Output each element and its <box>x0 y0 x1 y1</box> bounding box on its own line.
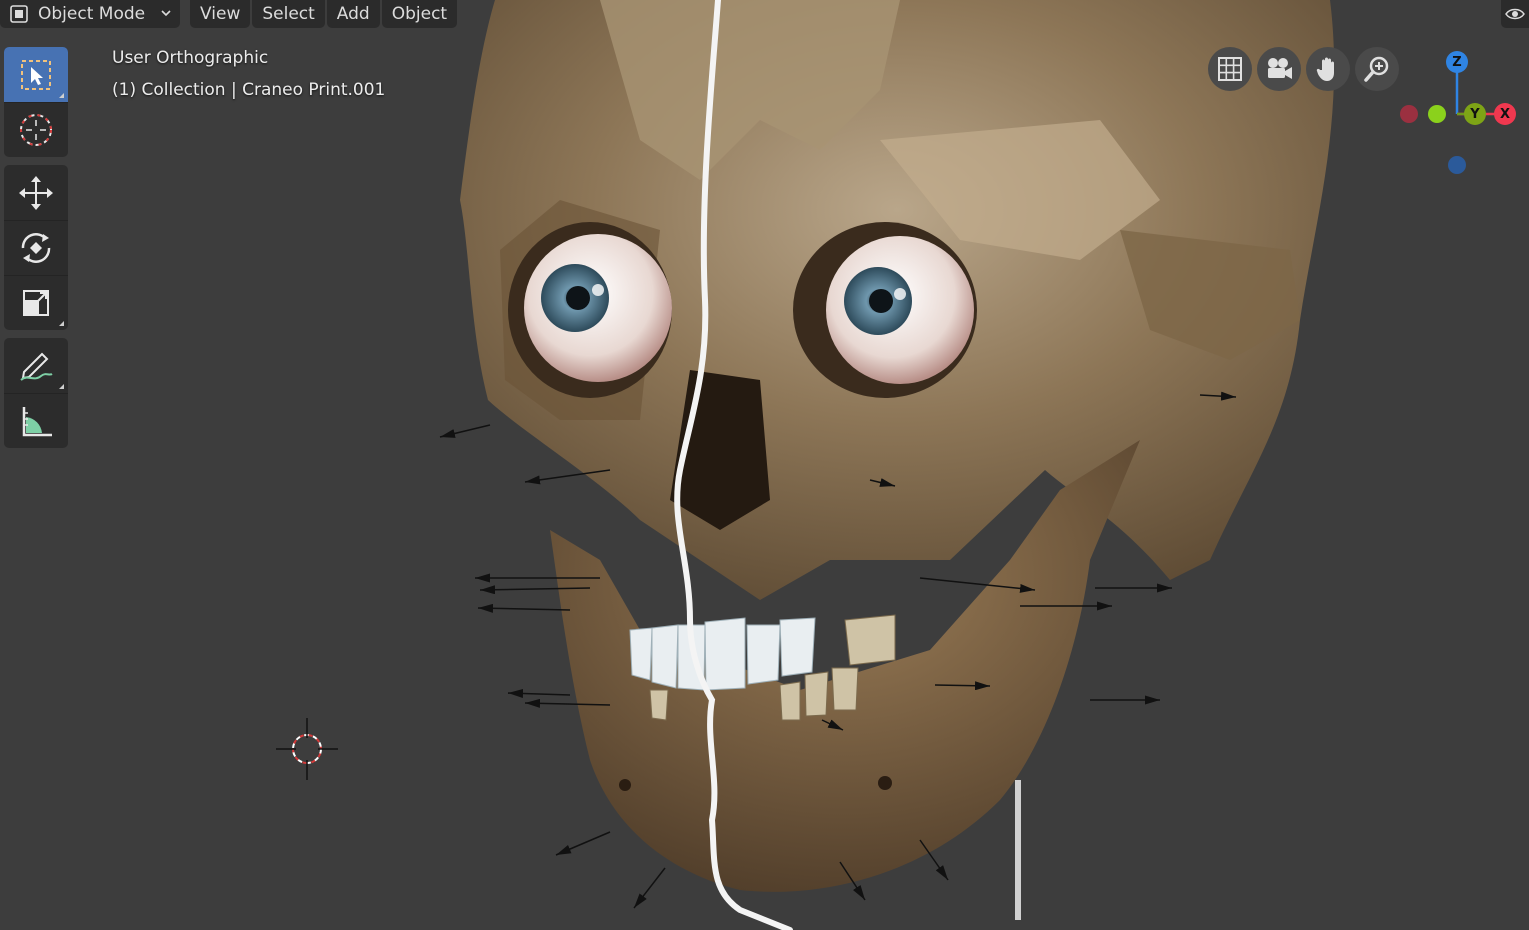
toggle-perspective-button[interactable] <box>1208 47 1252 91</box>
collection-info-label: (1) Collection | Craneo Print.001 <box>112 80 386 100</box>
object-mode-dropdown[interactable]: Object Mode <box>0 0 180 28</box>
tool-options-indicator <box>59 384 64 389</box>
camera-view-button[interactable] <box>1257 47 1301 91</box>
eye-icon <box>1505 8 1525 20</box>
cursor-icon <box>20 114 52 146</box>
y-axis-label: Y <box>1470 106 1480 122</box>
tool-group-select <box>4 47 68 157</box>
menu-view-label: View <box>200 4 241 24</box>
menu-add-label: Add <box>336 4 370 24</box>
z-axis-button[interactable]: Z <box>1446 51 1468 73</box>
zoom-icon <box>1364 56 1389 82</box>
tool-shelf <box>4 47 68 456</box>
tool-options-indicator <box>59 321 64 326</box>
object-mode-icon <box>8 3 30 25</box>
select-box-icon <box>21 59 51 90</box>
annotate-icon <box>20 352 53 381</box>
tool-select-box[interactable] <box>4 47 68 102</box>
tool-cursor[interactable] <box>4 102 68 157</box>
overlay-toggle-button[interactable] <box>1501 0 1529 28</box>
3d-cursor-icon[interactable] <box>276 718 338 780</box>
menu-view[interactable]: View <box>190 0 251 28</box>
tool-annotate[interactable] <box>4 338 68 393</box>
x-axis-label: X <box>1499 106 1511 122</box>
tool-scale[interactable] <box>4 275 68 330</box>
scale-icon <box>23 290 49 316</box>
navigation-controls <box>1208 47 1399 91</box>
3d-viewport[interactable]: Object Mode View Select Add Object User … <box>0 0 1529 930</box>
x-axis-button[interactable]: X <box>1494 103 1516 125</box>
y-axis-button[interactable]: Y <box>1464 103 1486 125</box>
navigation-gizmo[interactable]: Z Y X <box>1390 45 1529 185</box>
menu-object[interactable]: Object <box>381 0 458 28</box>
menu-select-label: Select <box>262 4 315 24</box>
view-name-label: User Orthographic <box>112 48 269 68</box>
hand-icon <box>1316 57 1334 81</box>
neg-x-axis-button[interactable] <box>1400 105 1418 123</box>
tool-rotate[interactable] <box>4 220 68 275</box>
object-mode-label: Object Mode <box>38 4 146 24</box>
viewport-header: Object Mode View Select Add Object <box>0 0 458 28</box>
menu-select[interactable]: Select <box>252 0 325 28</box>
grid-icon <box>1218 57 1242 81</box>
menu-object-label: Object <box>391 4 448 24</box>
neg-z-axis-button[interactable] <box>1448 156 1466 174</box>
chevron-down-icon <box>160 4 172 24</box>
rotate-icon <box>21 233 51 263</box>
tool-move[interactable] <box>4 165 68 220</box>
skull-model[interactable] <box>0 0 1529 930</box>
pan-view-button[interactable] <box>1306 47 1350 91</box>
tool-measure[interactable] <box>4 393 68 448</box>
menu-add[interactable]: Add <box>326 0 380 28</box>
move-icon <box>19 175 53 210</box>
neg-y-axis-button[interactable] <box>1428 105 1446 123</box>
measure-icon <box>22 407 52 437</box>
tool-group-annotate <box>4 338 68 448</box>
tool-group-transform <box>4 165 68 330</box>
tool-options-indicator <box>59 93 64 98</box>
z-axis-label: Z <box>1452 54 1462 70</box>
camera-icon <box>1268 58 1292 79</box>
